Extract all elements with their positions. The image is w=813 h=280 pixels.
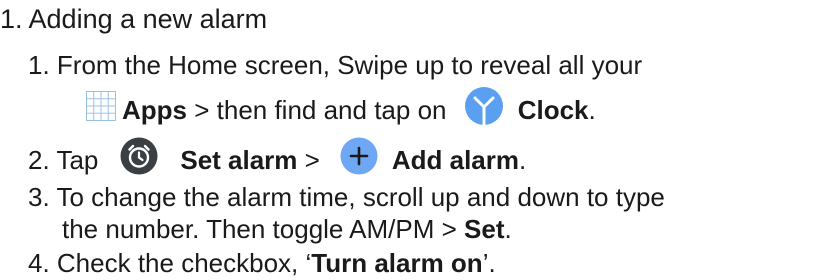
step-1-line-2: Apps > then find and tap on Clock .	[86, 86, 596, 134]
step-2-separator: >	[297, 145, 320, 175]
step-3-text: 3. To change the alarm time, scroll up a…	[28, 182, 665, 212]
step-1-line-1: 1. From the Home screen, Swipe up to rev…	[28, 48, 642, 82]
turn-alarm-on-label: Turn alarm on	[311, 248, 483, 278]
add-alarm-label: Add alarm	[391, 145, 520, 175]
clock-label: Clock	[517, 95, 589, 125]
step-3-text-2: the number. Then toggle AM/PM >	[62, 214, 465, 244]
step-3-line-2: the number. Then toggle AM/PM > Set .	[62, 212, 512, 246]
apps-label: Apps	[122, 95, 187, 125]
set-label: Set	[464, 214, 505, 244]
step-2-prefix: 2. Tap	[28, 145, 99, 175]
step-4-prefix: 4. Check the checkbox, ‘	[28, 248, 312, 278]
alarm-clock-icon	[120, 137, 158, 183]
step-1-end: .	[588, 95, 596, 125]
step-4-line: 4. Check the checkbox, ‘ Turn alarm on ’…	[28, 246, 496, 280]
step-2-end: .	[519, 145, 527, 175]
clock-app-icon	[464, 86, 504, 134]
step-4-end: ’.	[482, 248, 496, 278]
step-2-line: 2. Tap Set alarm > Add alarm .	[28, 137, 526, 183]
instructions-page: 1. Adding a new alarm 1. From the Home s…	[0, 0, 813, 280]
apps-grid-icon	[86, 91, 116, 129]
step-1-connector: > then find and tap on	[187, 95, 454, 125]
section-title: 1. Adding a new alarm	[0, 4, 268, 34]
step-3-line-1: 3. To change the alarm time, scroll up a…	[28, 180, 665, 214]
step-3-end: .	[504, 214, 512, 244]
add-plus-icon	[340, 137, 378, 183]
set-alarm-label: Set alarm	[180, 145, 298, 175]
step-1-text: 1. From the Home screen, Swipe up to rev…	[28, 50, 643, 80]
